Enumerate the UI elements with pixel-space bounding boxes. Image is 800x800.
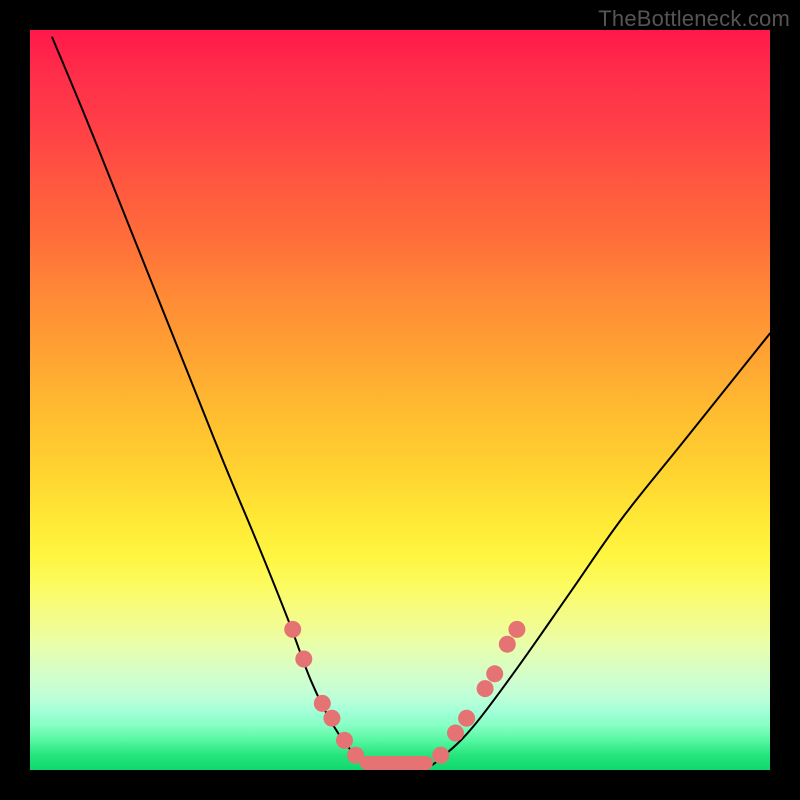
curve-marker — [458, 710, 475, 727]
curve-marker — [486, 665, 503, 682]
curve-marker — [499, 636, 516, 653]
curve-marker — [508, 621, 525, 638]
curve-marker — [477, 680, 494, 697]
curve-marker — [432, 747, 449, 764]
curve-marker — [323, 710, 340, 727]
curve-marker — [336, 732, 353, 749]
bottleneck-curve — [52, 37, 770, 770]
curve-marker — [447, 725, 464, 742]
chart-frame: TheBottleneck.com — [0, 0, 800, 800]
curve-marker — [314, 695, 331, 712]
plot-area — [30, 30, 770, 770]
attribution-watermark: TheBottleneck.com — [598, 6, 790, 32]
curve-marker-group — [284, 621, 525, 764]
bottleneck-curve-svg — [30, 30, 770, 770]
curve-marker — [284, 621, 301, 638]
curve-marker — [295, 651, 312, 668]
curve-marker — [347, 747, 364, 764]
